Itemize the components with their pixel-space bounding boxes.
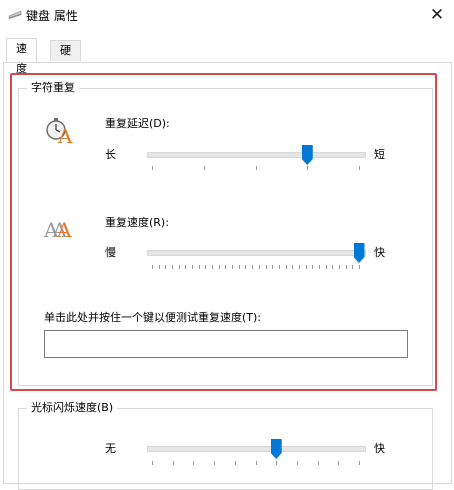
repeat-delay-max-label: 短 [374, 148, 385, 161]
test-repeat-input[interactable] [44, 330, 408, 358]
slider-tick [298, 265, 300, 269]
slider-tick [185, 265, 187, 269]
slider-tick [312, 265, 314, 269]
slider-tick [255, 461, 257, 465]
slider-tick [225, 265, 227, 269]
slider-tick [338, 265, 340, 269]
slider-tick [172, 461, 174, 465]
repeat-delay-label: 重复延迟(D): [105, 117, 170, 130]
slider-tick [158, 265, 160, 269]
letter-a-icon: A [58, 124, 73, 148]
slider-tick [178, 265, 180, 269]
slider-tick [252, 265, 254, 269]
slider-tick [238, 265, 240, 269]
close-icon: ✕ [429, 5, 445, 25]
cursor-blink-ticks [147, 461, 364, 466]
tab-speed[interactable]: 速度 [6, 38, 37, 75]
repeat-rate-min-label: 慢 [105, 246, 116, 259]
slider-tick [345, 265, 347, 269]
slider-tick [359, 166, 360, 170]
slider-tick [352, 265, 354, 269]
slider-tick [296, 461, 298, 465]
tab-hardware[interactable]: 硬件 [50, 40, 81, 77]
slider-tick [338, 461, 340, 465]
slider-tick [325, 265, 327, 269]
slider-tick [205, 265, 207, 269]
cursor-blink-min-label: 无 [105, 442, 116, 455]
title-bar: 键盘 属性 ✕ [0, 0, 454, 30]
slider-tick [317, 461, 319, 465]
slider-tick [192, 265, 194, 269]
slider-tick [165, 265, 167, 269]
repeat-delay-ticks [147, 166, 364, 171]
repeat-delay-track[interactable] [147, 152, 366, 158]
window-title: 键盘 属性 [26, 9, 78, 23]
slider-tick [203, 166, 205, 170]
slider-tick [152, 265, 153, 269]
slider-tick [265, 265, 267, 269]
slider-tick [214, 461, 216, 465]
slider-tick [276, 461, 278, 465]
repeat-rate-max-label: 快 [374, 246, 385, 259]
cursor-blink-track[interactable] [147, 446, 366, 452]
test-repeat-label: 单击此处并按住一个键以便测试重复速度(T): [44, 311, 262, 324]
cursor-blink-max-label: 快 [374, 442, 385, 455]
repeat-rate-track[interactable] [147, 250, 366, 256]
slider-tick [332, 265, 334, 269]
close-button[interactable]: ✕ [420, 0, 454, 30]
slider-tick [172, 265, 174, 269]
slider-tick [307, 166, 309, 170]
slider-tick [359, 461, 360, 465]
slider-tick [218, 265, 220, 269]
slider-tick [278, 265, 280, 269]
letter-a-front-icon: A [57, 218, 72, 242]
slider-tick [193, 461, 195, 465]
slider-tick [359, 265, 360, 269]
slider-tick [255, 166, 257, 170]
slider-tick [318, 265, 320, 269]
slider-tick [272, 265, 274, 269]
slider-tick [305, 265, 307, 269]
slider-tick [232, 265, 234, 269]
repeat-delay-min-label: 长 [105, 148, 116, 161]
slider-tick [198, 265, 200, 269]
group-label-cursor-blink: 光标闪烁速度(B) [27, 401, 118, 415]
group-label-character-repeat: 字符重复 [27, 81, 79, 95]
repeat-delay-icon: A [44, 116, 78, 150]
slider-tick [285, 265, 287, 269]
slider-tick [245, 265, 247, 269]
repeat-rate-label: 重复速度(R): [105, 216, 169, 229]
slider-tick [212, 265, 214, 269]
slider-tick [234, 461, 236, 465]
slider-tick [292, 265, 294, 269]
repeat-rate-ticks [147, 265, 364, 270]
slider-tick [152, 166, 153, 170]
slider-tick [258, 265, 260, 269]
slider-tick [152, 461, 153, 465]
keyboard-icon [8, 10, 22, 19]
repeat-rate-icon: AA A [44, 214, 84, 244]
